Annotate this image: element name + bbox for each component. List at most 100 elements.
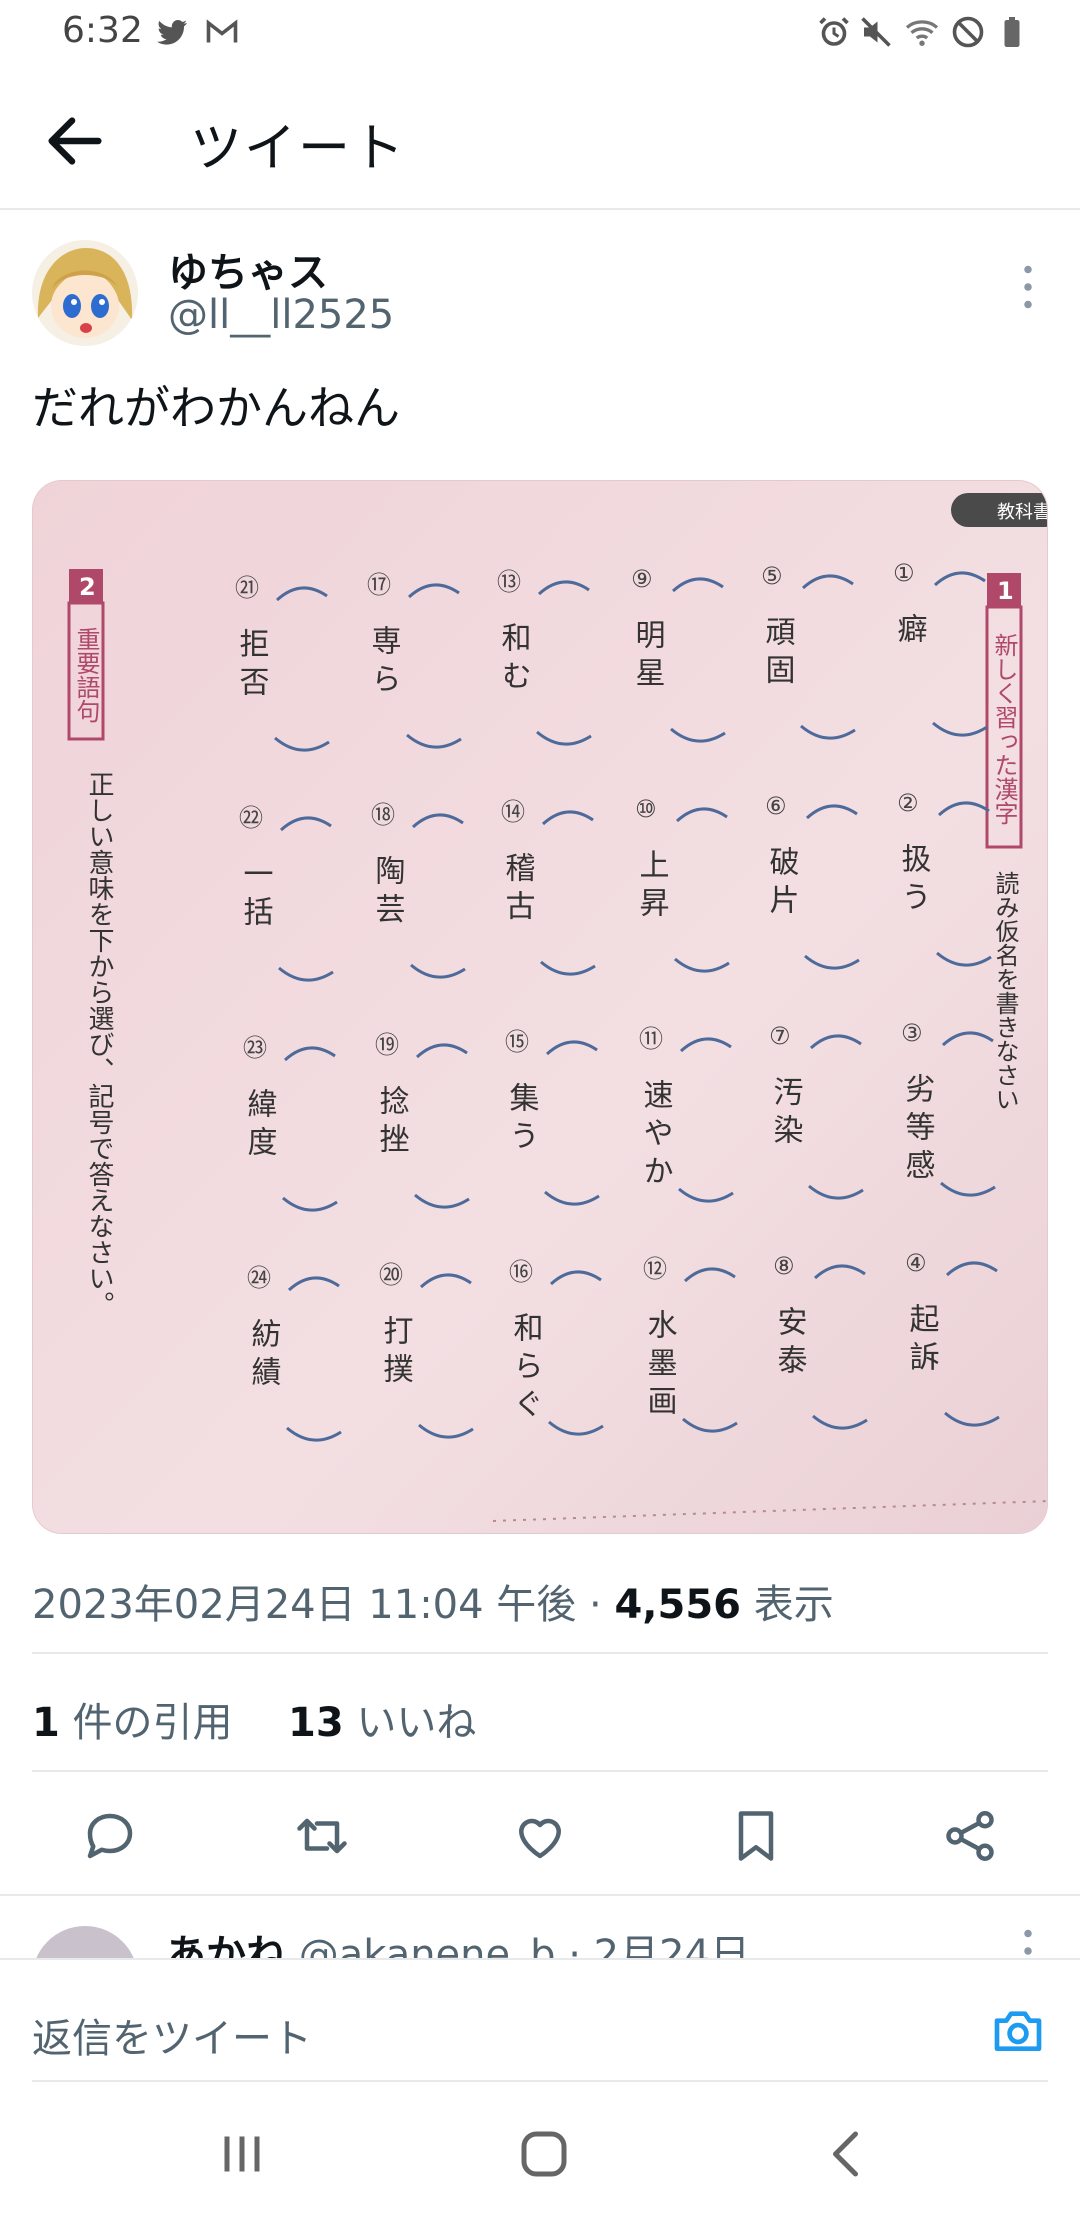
divider — [32, 1770, 1048, 1772]
item-word: 陶芸 — [370, 855, 405, 931]
item-word: 打撲 — [378, 1315, 414, 1391]
alarm-icon — [819, 17, 849, 46]
reply-meta: @akanene_b · 2月24日 — [286, 1932, 751, 1958]
tweet-media-image[interactable]: 教科書 1 新しく習った漢字 読み仮名を書きなさい 2 重要語句 正しい意味を下… — [32, 480, 1048, 1534]
reply-more-options-icon[interactable] — [1010, 1926, 1046, 1958]
item-number: ⑤ — [761, 562, 783, 590]
page-title: ツイート — [190, 119, 407, 179]
item-number: ⑦ — [769, 1022, 791, 1050]
item-word: 上昇 — [634, 849, 669, 925]
corner-tab-label: 教科書 — [997, 502, 1048, 523]
item-word: 専ら — [366, 625, 401, 701]
reply-avatar[interactable] — [32, 1926, 138, 1958]
section1-number: 1 — [997, 577, 1014, 605]
do-not-disturb-icon — [952, 16, 984, 48]
retweet-icon[interactable] — [292, 1806, 352, 1866]
item-number: ㉒ — [239, 804, 263, 832]
tweet-stats: 1 件の引用 13 いいね — [32, 1690, 476, 1748]
item-number: ⑩ — [635, 795, 657, 823]
quotes-count: 1 — [32, 1700, 60, 1746]
quotes-label: 件の引用 — [59, 1700, 233, 1746]
twitter-icon — [157, 20, 187, 45]
item-number: ① — [893, 559, 915, 587]
item-word: 一括 — [238, 858, 273, 934]
item-word: 拒否 — [234, 628, 269, 704]
bookmark-icon[interactable] — [726, 1806, 786, 1866]
item-number: ③ — [901, 1019, 923, 1047]
item-number: ⑳ — [379, 1261, 403, 1289]
item-word: 和らぐ — [508, 1312, 544, 1426]
item-number: ⑮ — [505, 1028, 529, 1056]
item-number: ⑲ — [375, 1031, 399, 1059]
item-number: ⑯ — [509, 1258, 533, 1286]
like-icon[interactable] — [510, 1806, 570, 1866]
mute-icon — [861, 17, 891, 47]
section2-instruction: 正しい意味を下から選び、記号で答えなさい。 — [84, 771, 114, 1317]
item-word: 安泰 — [772, 1306, 807, 1382]
top-app-bar: ツイート — [0, 66, 1080, 210]
likes-label: いいね — [343, 1700, 477, 1746]
recent-apps-icon[interactable] — [212, 2124, 272, 2184]
item-number: ④ — [905, 1249, 927, 1277]
item-number: ⑬ — [497, 568, 521, 596]
back-arrow-icon[interactable] — [40, 106, 110, 176]
item-number: ② — [897, 789, 919, 817]
item-word: 明星 — [630, 619, 665, 695]
tweet-timestamp: 2023年02月24日 11:04 午後 · — [32, 1582, 615, 1628]
home-icon[interactable] — [514, 2124, 574, 2184]
tweet-text: だれがわかんねん — [32, 381, 400, 435]
item-word: 紡績 — [246, 1318, 282, 1394]
reply-composer[interactable]: 返信をツイート — [0, 1958, 1080, 2082]
item-number: ⑨ — [631, 565, 653, 593]
section1-title: 新しく習った漢字 — [990, 633, 1018, 825]
item-number: ⑫ — [643, 1255, 667, 1283]
item-word: 速やか — [638, 1079, 673, 1193]
item-word: 癖 — [892, 613, 928, 651]
reply-author: あかね @akanene_b · 2月24日 — [166, 1922, 750, 1958]
section2-title: 重要語句 — [72, 627, 100, 723]
item-word: 汚染 — [768, 1076, 803, 1152]
item-word: 稽古 — [500, 852, 536, 928]
system-back-icon[interactable] — [818, 2124, 878, 2184]
system-nav-bar — [0, 2084, 1080, 2220]
item-word: 劣等感 — [900, 1073, 936, 1187]
reply-preview[interactable]: あかね @akanene_b · 2月24日 — [0, 1896, 1080, 1958]
item-number: ⑱ — [371, 801, 395, 829]
item-number: ⑰ — [367, 571, 391, 599]
item-number: ㉔ — [247, 1264, 271, 1292]
gmail-icon — [206, 19, 238, 43]
views-count: 4,556 — [614, 1582, 741, 1628]
item-number: ⑧ — [773, 1252, 795, 1280]
item-word: 捻挫 — [374, 1085, 410, 1161]
quotes-link[interactable]: 1 件の引用 — [32, 1700, 233, 1746]
reply-author-name: あかね — [166, 1932, 286, 1958]
author-name[interactable]: ゆちゃス — [168, 240, 328, 298]
item-number: ⑭ — [501, 798, 525, 826]
item-word: 破片 — [764, 846, 800, 922]
likes-link[interactable]: 13 いいね — [288, 1700, 476, 1746]
item-number: ⑥ — [765, 792, 787, 820]
item-word: 和む — [496, 622, 532, 698]
item-word: 集う — [504, 1082, 540, 1158]
item-word: 緯度 — [242, 1088, 277, 1164]
author-avatar[interactable] — [32, 240, 138, 346]
item-word: 水墨画 — [642, 1309, 677, 1423]
item-number: ㉑ — [235, 574, 259, 602]
divider — [32, 1652, 1048, 1654]
camera-icon[interactable] — [990, 2002, 1046, 2058]
status-bar: 6:32 — [0, 0, 1080, 66]
views-label: 表示 — [740, 1582, 834, 1628]
wifi-icon — [905, 20, 939, 46]
section1-instruction: 読み仮名を書きなさい — [991, 871, 1019, 1111]
worksheet-photo: 教科書 1 新しく習った漢字 読み仮名を書きなさい 2 重要語句 正しい意味を下… — [33, 481, 1048, 1533]
share-icon[interactable] — [940, 1806, 1000, 1866]
likes-count: 13 — [288, 1700, 344, 1746]
composer-underline — [32, 2080, 1048, 2082]
reply-input[interactable]: 返信をツイート — [32, 2006, 312, 2064]
author-handle[interactable]: @ll__ll2525 — [168, 292, 394, 338]
reply-icon[interactable] — [80, 1806, 140, 1866]
battery-icon — [1004, 17, 1020, 47]
item-word: 頑固 — [760, 616, 796, 692]
more-options-icon[interactable] — [1010, 262, 1046, 312]
item-word: 扱う — [896, 843, 931, 919]
